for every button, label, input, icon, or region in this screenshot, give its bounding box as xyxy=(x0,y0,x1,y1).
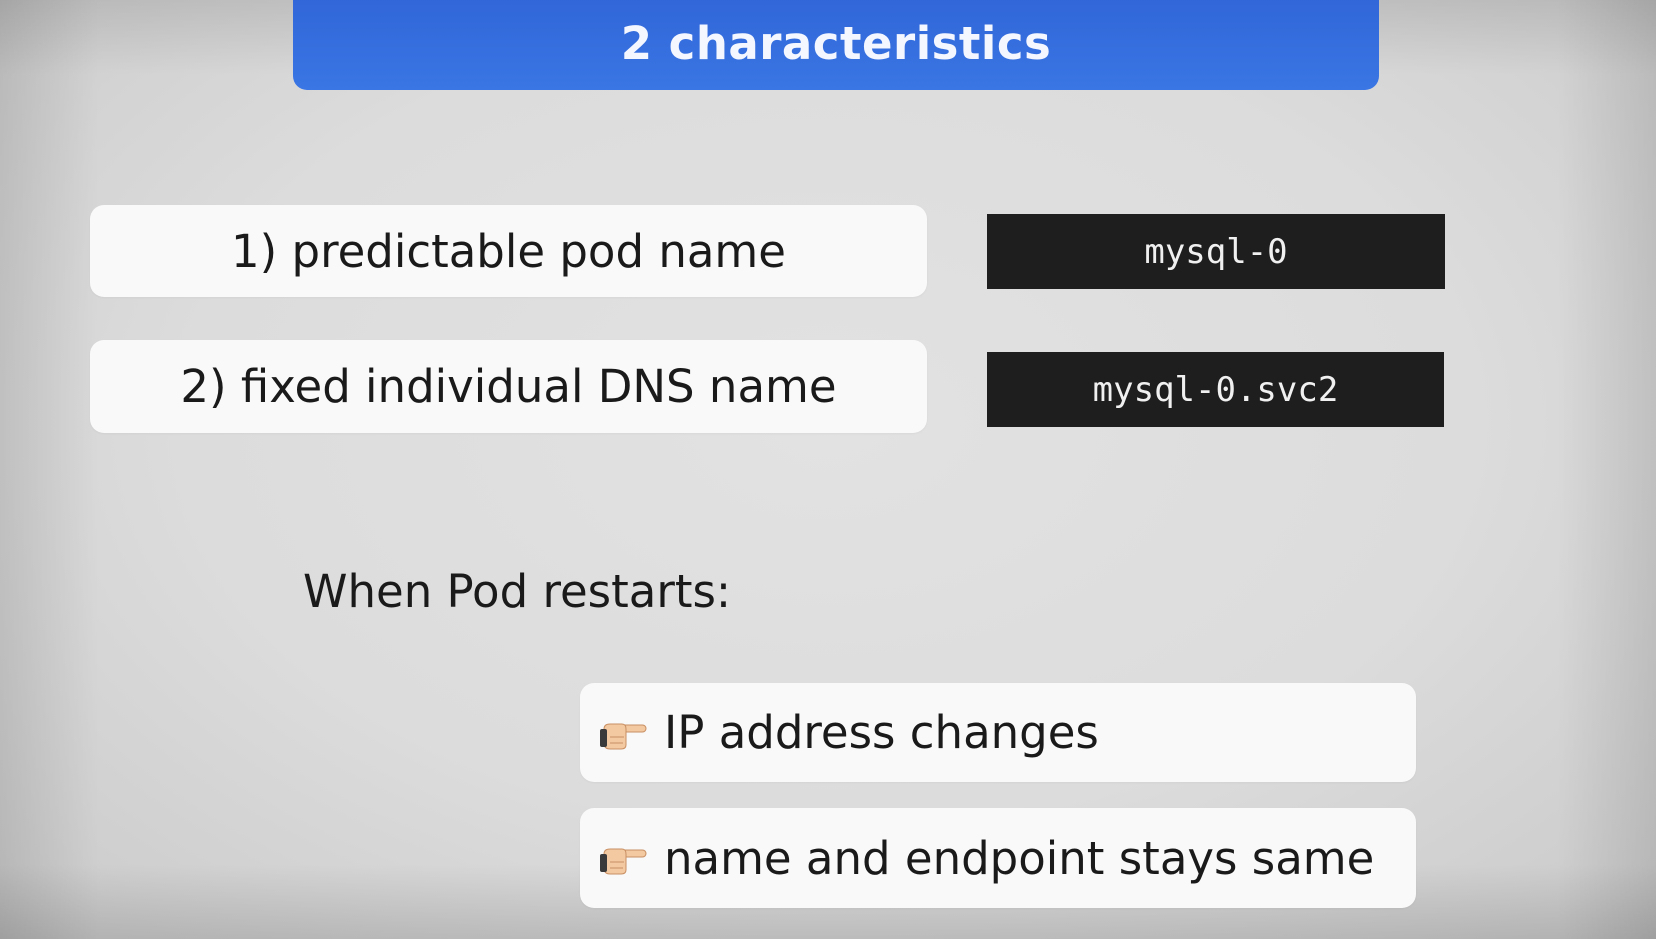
characteristic-1: 1) predictable pod name xyxy=(90,205,927,297)
bullet-item-1-text: IP address changes xyxy=(664,706,1099,759)
bullet-item-1: IP address changes xyxy=(580,683,1416,782)
pointing-hand-icon xyxy=(600,723,647,749)
characteristic-2-example: mysql-0.svc2 xyxy=(987,352,1444,427)
title-bar: 2 characteristics xyxy=(293,0,1379,90)
pointing-hand-icon xyxy=(600,848,647,875)
characteristic-2-label: 2) fixed individual DNS name xyxy=(180,360,837,413)
slide-title: 2 characteristics xyxy=(620,17,1052,70)
characteristic-2: 2) fixed individual DNS name xyxy=(90,340,927,433)
restart-heading: When Pod restarts: xyxy=(303,565,732,618)
characteristic-1-example: mysql-0 xyxy=(987,214,1445,289)
characteristic-1-example-text: mysql-0 xyxy=(1144,231,1288,272)
characteristic-1-label: 1) predictable pod name xyxy=(231,224,786,278)
characteristic-2-example-text: mysql-0.svc2 xyxy=(1092,369,1339,410)
bullet-item-2-text: name and endpoint stays same xyxy=(664,831,1375,885)
background-vignette xyxy=(0,0,1656,939)
bullet-item-2: name and endpoint stays same xyxy=(580,808,1416,908)
